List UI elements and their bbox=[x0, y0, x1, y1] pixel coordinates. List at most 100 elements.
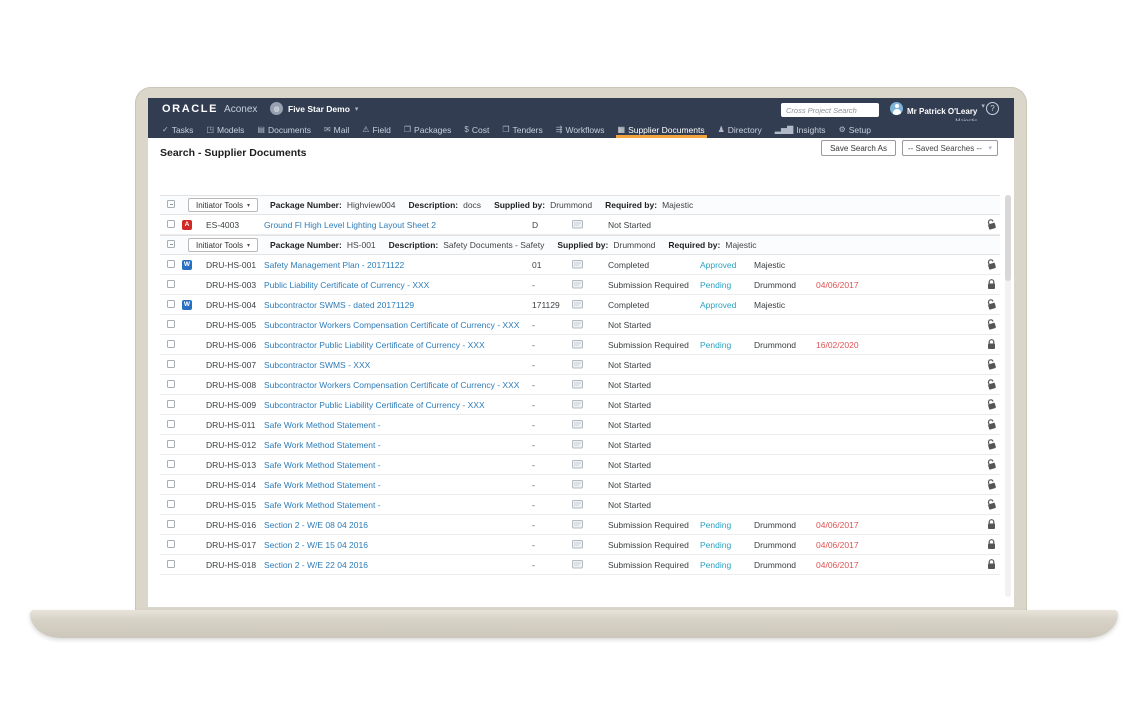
unlock-icon[interactable] bbox=[974, 319, 1000, 330]
unlock-icon[interactable] bbox=[974, 459, 1000, 470]
nav-tab-supplier-documents[interactable]: ▦Supplier Documents bbox=[616, 121, 707, 138]
nav-tab-mail[interactable]: ✉Mail bbox=[322, 121, 351, 138]
document-title-link[interactable]: Safe Work Method Statement - bbox=[264, 460, 532, 470]
document-title-link[interactable]: Subcontractor SWMS - dated 20171129 bbox=[264, 300, 532, 310]
row-checkbox[interactable] bbox=[167, 260, 175, 268]
package-number-link[interactable]: Highview004 bbox=[347, 200, 396, 210]
unlock-icon[interactable] bbox=[974, 499, 1000, 510]
lock-icon[interactable] bbox=[974, 539, 1000, 550]
group-checkbox[interactable] bbox=[167, 200, 175, 208]
project-selector[interactable]: ◍ Five Star Demo ▾ bbox=[270, 102, 358, 115]
row-checkbox[interactable] bbox=[167, 400, 175, 408]
row-checkbox[interactable] bbox=[167, 440, 175, 448]
document-title-link[interactable]: Safe Work Method Statement - bbox=[264, 480, 532, 490]
document-title-link[interactable]: Safe Work Method Statement - bbox=[264, 420, 532, 430]
nav-tab-directory[interactable]: ♟Directory bbox=[716, 121, 764, 138]
comment-icon[interactable] bbox=[572, 280, 608, 289]
comment-icon[interactable] bbox=[572, 260, 608, 269]
comment-icon[interactable] bbox=[572, 480, 608, 489]
comment-icon[interactable] bbox=[572, 440, 608, 449]
row-checkbox[interactable] bbox=[167, 360, 175, 368]
row-checkbox[interactable] bbox=[167, 460, 175, 468]
row-checkbox[interactable] bbox=[167, 540, 175, 548]
unlock-icon[interactable] bbox=[974, 439, 1000, 450]
document-title-link[interactable]: Subcontractor Public Liability Certifica… bbox=[264, 340, 532, 350]
row-checkbox[interactable] bbox=[167, 500, 175, 508]
initiator-tools-button[interactable]: Initiator Tools▾ bbox=[188, 238, 258, 252]
nav-tab-setup[interactable]: ⚙Setup bbox=[837, 121, 873, 138]
nav-tab-tasks[interactable]: ✓Tasks bbox=[160, 121, 195, 138]
comment-icon[interactable] bbox=[572, 220, 608, 229]
document-title-link[interactable]: Section 2 - W/E 08 04 2016 bbox=[264, 520, 532, 530]
group-checkbox[interactable] bbox=[167, 240, 175, 248]
approval-status-link[interactable]: Approved bbox=[700, 300, 754, 310]
comment-icon[interactable] bbox=[572, 500, 608, 509]
document-title-link[interactable]: Safety Management Plan - 20171122 bbox=[264, 260, 532, 270]
row-checkbox[interactable] bbox=[167, 280, 175, 288]
scrollbar-thumb[interactable] bbox=[1005, 195, 1011, 281]
approval-status-link[interactable]: Approved bbox=[700, 260, 754, 270]
lock-icon[interactable] bbox=[974, 339, 1000, 350]
nav-tab-workflows[interactable]: ⇶Workflows bbox=[554, 121, 607, 138]
unlock-icon[interactable] bbox=[974, 259, 1000, 270]
unlock-icon[interactable] bbox=[974, 479, 1000, 490]
unlock-icon[interactable] bbox=[974, 399, 1000, 410]
nav-tab-field[interactable]: ⚠Field bbox=[360, 121, 393, 138]
document-title-link[interactable]: Subcontractor Workers Compensation Certi… bbox=[264, 380, 532, 390]
document-title-link[interactable]: Subcontractor Public Liability Certifica… bbox=[264, 400, 532, 410]
document-title-link[interactable]: Section 2 - W/E 15 04 2016 bbox=[264, 540, 532, 550]
approval-status-link[interactable]: Pending bbox=[700, 280, 754, 290]
comment-icon[interactable] bbox=[572, 300, 608, 309]
nav-tab-models[interactable]: ◳Models bbox=[204, 121, 246, 138]
comment-icon[interactable] bbox=[572, 520, 608, 529]
unlock-icon[interactable] bbox=[974, 219, 1000, 230]
row-checkbox[interactable] bbox=[167, 560, 175, 568]
comment-icon[interactable] bbox=[572, 420, 608, 429]
document-title-link[interactable]: Public Liability Certificate of Currency… bbox=[264, 280, 532, 290]
document-title-link[interactable]: Safe Work Method Statement - bbox=[264, 440, 532, 450]
comment-icon[interactable] bbox=[572, 400, 608, 409]
nav-tab-documents[interactable]: ▤Documents bbox=[255, 121, 313, 138]
row-checkbox[interactable] bbox=[167, 340, 175, 348]
package-number-link[interactable]: HS-001 bbox=[347, 240, 376, 250]
nav-tab-tenders[interactable]: ❒Tenders bbox=[500, 121, 544, 138]
approval-status-link[interactable]: Pending bbox=[700, 540, 754, 550]
row-checkbox[interactable] bbox=[167, 520, 175, 528]
lock-icon[interactable] bbox=[974, 279, 1000, 290]
scrollbar-track[interactable] bbox=[1005, 195, 1011, 597]
approval-status-link[interactable]: Pending bbox=[700, 340, 754, 350]
row-checkbox[interactable] bbox=[167, 480, 175, 488]
saved-searches-select[interactable]: -- Saved Searches -- ▾ bbox=[902, 140, 998, 156]
comment-icon[interactable] bbox=[572, 460, 608, 469]
row-checkbox[interactable] bbox=[167, 380, 175, 388]
search-input[interactable] bbox=[781, 106, 886, 115]
comment-icon[interactable] bbox=[572, 380, 608, 389]
row-checkbox[interactable] bbox=[167, 220, 175, 228]
document-title-link[interactable]: Subcontractor SWMS - XXX bbox=[264, 360, 532, 370]
comment-icon[interactable] bbox=[572, 560, 608, 569]
nav-tab-packages[interactable]: ❐Packages bbox=[402, 121, 454, 138]
nav-tab-insights[interactable]: ▂▅▇Insights bbox=[773, 121, 828, 138]
document-title-link[interactable]: Safe Work Method Statement - bbox=[264, 500, 532, 510]
comment-icon[interactable] bbox=[572, 320, 608, 329]
approval-status-link[interactable]: Pending bbox=[700, 560, 754, 570]
document-title-link[interactable]: Subcontractor Workers Compensation Certi… bbox=[264, 320, 532, 330]
unlock-icon[interactable] bbox=[974, 379, 1000, 390]
save-search-as-button[interactable]: Save Search As bbox=[821, 140, 896, 156]
help-icon[interactable]: ? bbox=[986, 102, 999, 115]
nav-tab-cost[interactable]: $Cost bbox=[462, 121, 491, 138]
unlock-icon[interactable] bbox=[974, 299, 1000, 310]
lock-icon[interactable] bbox=[974, 559, 1000, 570]
lock-icon[interactable] bbox=[974, 519, 1000, 530]
comment-icon[interactable] bbox=[572, 360, 608, 369]
unlock-icon[interactable] bbox=[974, 419, 1000, 430]
document-title-link[interactable]: Section 2 - W/E 22 04 2016 bbox=[264, 560, 532, 570]
document-title-link[interactable]: Ground Fl High Level Lighting Layout She… bbox=[264, 220, 532, 230]
row-checkbox[interactable] bbox=[167, 320, 175, 328]
unlock-icon[interactable] bbox=[974, 359, 1000, 370]
initiator-tools-button[interactable]: Initiator Tools▾ bbox=[188, 198, 258, 212]
approval-status-link[interactable]: Pending bbox=[700, 520, 754, 530]
comment-icon[interactable] bbox=[572, 540, 608, 549]
row-checkbox[interactable] bbox=[167, 420, 175, 428]
comment-icon[interactable] bbox=[572, 340, 608, 349]
